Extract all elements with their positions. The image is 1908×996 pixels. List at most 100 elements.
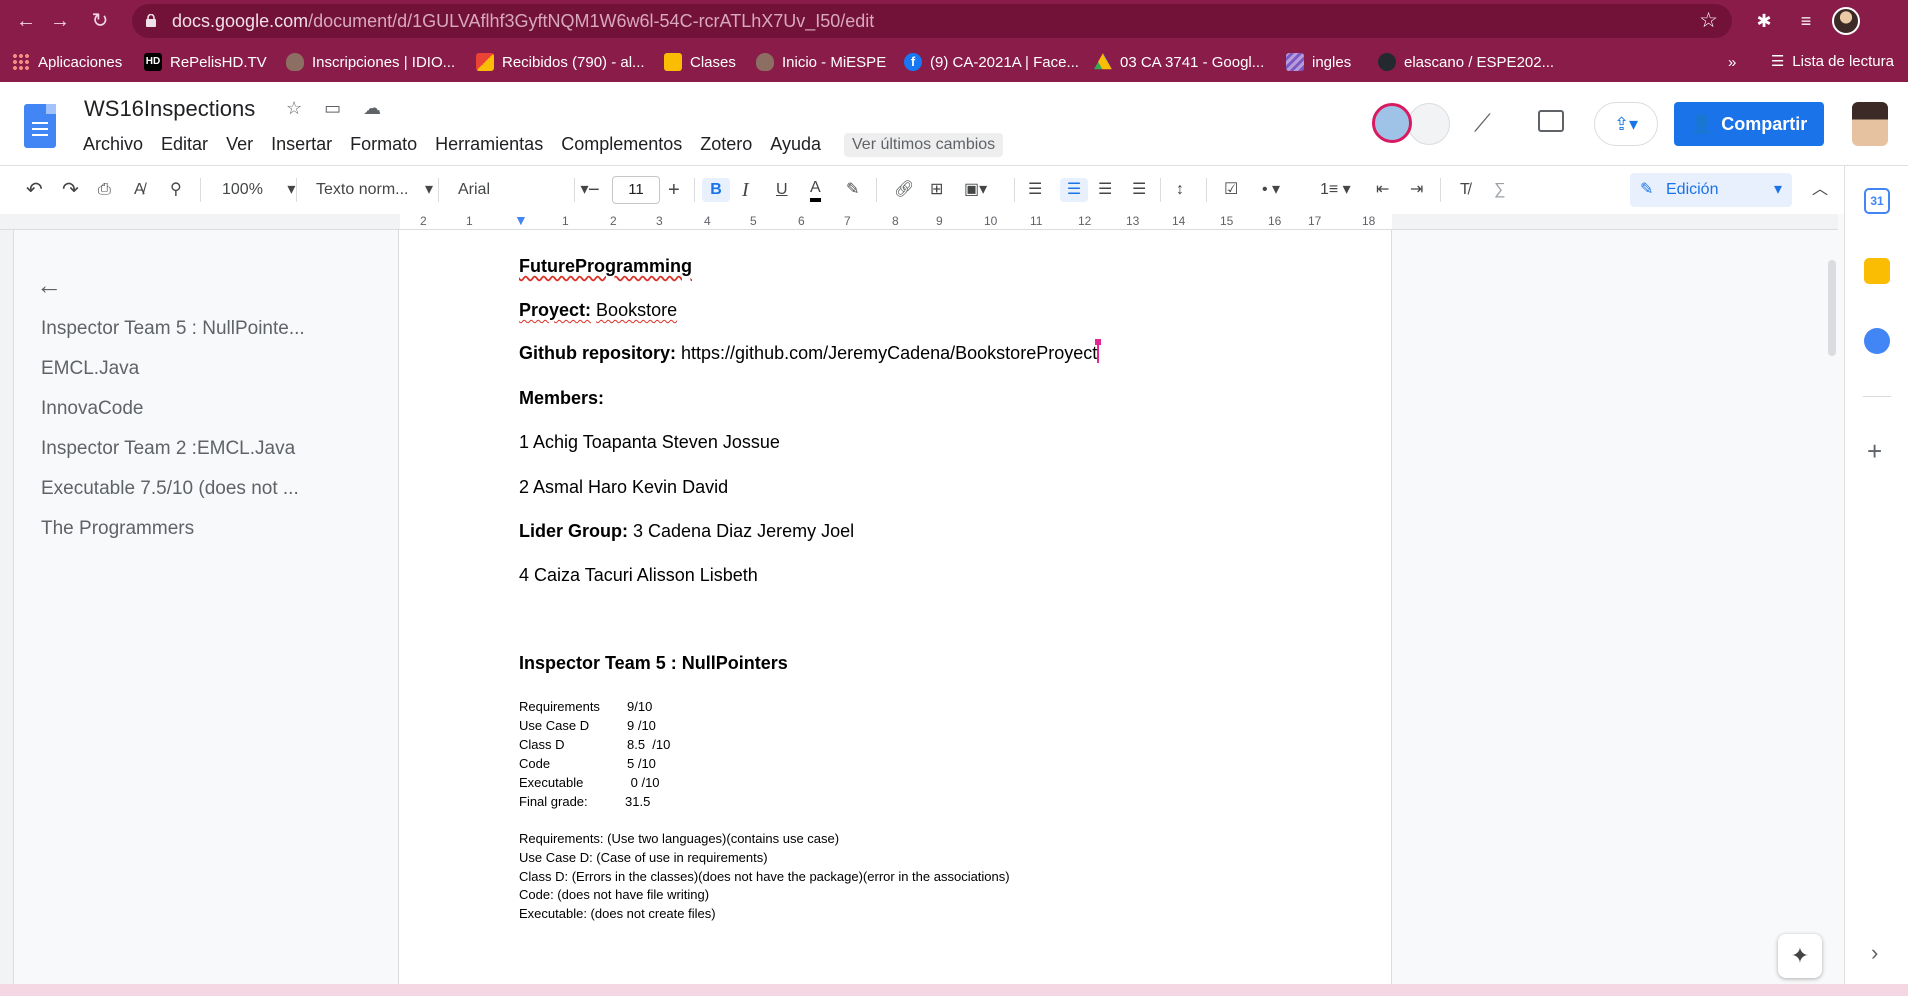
style-select[interactable]: Texto norm... ▾ <box>316 178 433 202</box>
extensions-puzzle-icon[interactable]: ✱ <box>1752 9 1776 33</box>
close-outline-arrow-icon[interactable]: ← <box>36 270 62 301</box>
collapse-panel-chevron-icon[interactable]: › <box>1871 940 1878 966</box>
menu-editar[interactable]: Editar <box>161 134 208 155</box>
github-icon <box>1378 53 1396 71</box>
align-center-icon[interactable]: ☰ <box>1060 178 1088 202</box>
tasks-icon[interactable] <box>1864 328 1890 354</box>
bookmark-label: (9) CA-2021A | Face... <box>930 53 1079 71</box>
align-left-icon[interactable]: ☰ <box>1028 178 1042 202</box>
line-spacing-icon[interactable]: ↕ <box>1176 178 1184 202</box>
reading-list-button[interactable]: ☰ Lista de lectura <box>1771 52 1894 71</box>
outline-item[interactable]: EMCL.Java <box>41 358 139 380</box>
paint-format-icon[interactable]: ⚲ <box>170 178 182 202</box>
increase-font-size-icon[interactable]: + <box>668 178 680 202</box>
bookmark-label: Inscripciones | IDIO... <box>312 53 456 71</box>
address-bar[interactable]: docs.google.com/document/d/1GULVAflhf3Gy… <box>132 4 1732 38</box>
spellcheck-icon[interactable]: A̸ <box>134 178 145 202</box>
redo-icon[interactable]: ↷ <box>62 178 79 202</box>
bookmark-item[interactable]: elascano / ESPE202... <box>1378 52 1554 72</box>
document-title[interactable]: WS16Inspections <box>84 96 255 122</box>
menu-ver[interactable]: Ver <box>226 134 253 155</box>
bookmark-item[interactable]: Aplicaciones <box>12 52 122 72</box>
bookmark-item[interactable]: 03 CA 3741 - Googl... <box>1094 52 1264 72</box>
print-icon[interactable]: ⎙ <box>98 178 111 202</box>
outline-item[interactable]: Executable 7.5/10 (does not ... <box>41 478 299 500</box>
reload-icon[interactable]: ↻ <box>88 9 112 33</box>
outline-item[interactable]: InnovaCode <box>41 398 143 420</box>
highlight-icon[interactable]: ✎ <box>846 178 859 202</box>
insert-image-icon[interactable]: ▣▾ <box>964 178 987 202</box>
font-size-input[interactable]: 11 <box>612 176 660 204</box>
explore-icon[interactable]: ✦ <box>1778 934 1822 978</box>
bookmark-item[interactable]: f (9) CA-2021A | Face... <box>904 52 1079 72</box>
increase-indent-icon[interactable]: ⇥ <box>1410 178 1423 202</box>
classroom-icon <box>664 53 682 71</box>
menu-ayuda[interactable]: Ayuda <box>770 134 821 155</box>
underline-icon[interactable]: U <box>776 178 788 202</box>
forward-icon[interactable]: → <box>48 9 72 33</box>
menu-zotero[interactable]: Zotero <box>700 134 752 155</box>
equation-icon[interactable]: ∑ <box>1494 178 1505 202</box>
bookmark-item[interactable]: Inscripciones | IDIO... <box>286 52 455 72</box>
menu-archivo[interactable]: Archivo <box>83 134 143 155</box>
menu-herramientas[interactable]: Herramientas <box>435 134 543 155</box>
collaborator-avatar[interactable] <box>1408 103 1450 145</box>
viewer-avatar[interactable] <box>1372 103 1412 143</box>
justify-icon[interactable]: ☰ <box>1132 178 1146 202</box>
bulleted-list-icon[interactable]: • ▾ <box>1262 178 1280 202</box>
checklist-icon[interactable]: ☑ <box>1224 178 1238 202</box>
decrease-font-size-icon[interactable]: − <box>588 178 600 202</box>
outline-item[interactable]: Inspector Team 2 :EMCL.Java <box>41 438 295 460</box>
link-icon[interactable]: 🔗︎ <box>894 178 914 202</box>
activity-trend-icon[interactable]: ⟋ <box>1474 110 1491 138</box>
zoom-select[interactable]: 100% ▾ <box>222 178 295 202</box>
bookmark-item[interactable]: HD RePelisHD.TV <box>144 52 267 72</box>
bookmarks-overflow[interactable]: » <box>1728 52 1736 72</box>
outline-item[interactable]: The Programmers <box>41 518 194 540</box>
undo-icon[interactable]: ↶ <box>26 178 43 202</box>
left-indent-marker-icon[interactable]: ▼ <box>514 212 528 228</box>
numbered-list-icon[interactable]: 1≡ ▾ <box>1320 178 1351 202</box>
add-comment-icon[interactable]: ⊞ <box>930 178 943 202</box>
ruler-tick: 1 <box>466 214 473 228</box>
italic-icon[interactable]: I <box>742 178 749 202</box>
cloud-status-icon[interactable]: ☁ <box>363 98 381 119</box>
comments-icon[interactable] <box>1538 110 1564 132</box>
vertical-scrollbar[interactable] <box>1828 260 1836 356</box>
toolbar-divider <box>1160 178 1161 202</box>
bookmark-star-icon[interactable]: ☆ <box>1699 9 1718 33</box>
last-edit-link[interactable]: Ver últimos cambios <box>844 133 1004 157</box>
text-color-icon[interactable]: A <box>810 178 821 202</box>
browser-profile-avatar[interactable] <box>1832 7 1860 35</box>
account-avatar[interactable] <box>1852 102 1888 146</box>
playlist-icon[interactable]: ≡ <box>1794 9 1818 33</box>
grade-value: 5 /10 <box>627 756 656 771</box>
add-addon-icon[interactable]: + <box>1867 436 1882 467</box>
font-select[interactable]: Arial ▾ <box>458 178 589 202</box>
clear-formatting-icon[interactable]: T̸ <box>1460 178 1470 202</box>
present-button[interactable]: ⇪▾ <box>1594 102 1658 146</box>
bookmark-item[interactable]: Recibidos (790) - al... <box>476 52 645 72</box>
menu-complementos[interactable]: Complementos <box>561 134 682 155</box>
move-folder-icon[interactable]: ▭ <box>324 98 341 119</box>
collapse-toolbar-icon[interactable]: ︿ <box>1812 178 1828 202</box>
grade-value: 0 /10 <box>627 775 660 790</box>
outline-item[interactable]: Inspector Team 5 : NullPointe... <box>41 318 305 340</box>
calendar-icon[interactable]: 31 <box>1864 188 1890 214</box>
align-right-icon[interactable]: ☰ <box>1098 178 1112 202</box>
menu-insertar[interactable]: Insertar <box>271 134 332 155</box>
document-page[interactable]: FutureProgramming Proyect: Bookstore Git… <box>398 230 1392 996</box>
bookmark-item[interactable]: Clases <box>664 52 736 72</box>
bookmark-item[interactable]: Inicio - MiESPE <box>756 52 886 72</box>
decrease-indent-icon[interactable]: ⇤ <box>1376 178 1389 202</box>
bold-icon[interactable]: B <box>702 178 730 202</box>
menu-formato[interactable]: Formato <box>350 134 417 155</box>
keep-icon[interactable] <box>1864 258 1890 284</box>
docs-logo-icon[interactable] <box>24 104 56 148</box>
editing-mode-select[interactable]: ✎ Edición ▾ <box>1630 173 1792 207</box>
ruler-tick: 16 <box>1268 214 1282 228</box>
bookmark-item[interactable]: ingles <box>1286 52 1351 72</box>
share-button[interactable]: 👤 Compartir <box>1674 102 1824 146</box>
back-icon[interactable]: ← <box>14 9 38 33</box>
star-icon[interactable]: ☆ <box>286 98 302 119</box>
